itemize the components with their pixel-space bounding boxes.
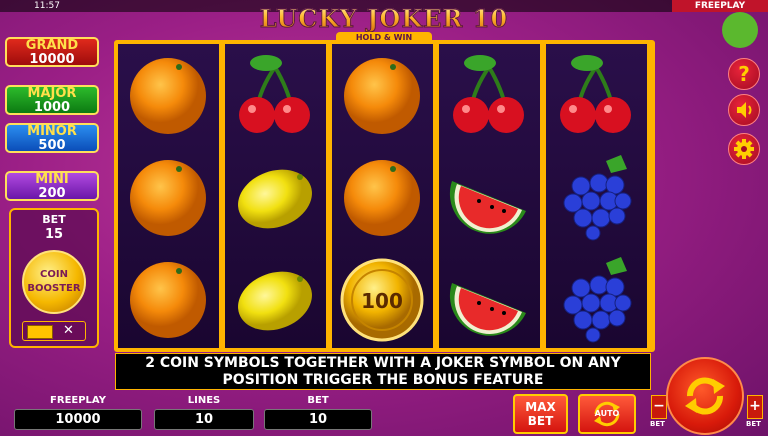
bet-decrease-label: BET — [650, 420, 665, 428]
booster-bet-value: 15 — [44, 227, 64, 242]
grapes-symbol — [546, 146, 647, 246]
coin-value: 100 — [361, 289, 403, 313]
coin-booster-toggle[interactable]: ✕ — [22, 321, 86, 341]
coin-booster-label-1: COIN — [40, 269, 68, 280]
lines-label: LINES — [187, 395, 221, 406]
orange-symbol — [118, 248, 219, 348]
coin-booster-label-2: BOOSTER — [27, 283, 81, 294]
clock: 11:57 — [34, 1, 60, 11]
cherries-symbol — [225, 44, 326, 144]
watermelon-icon — [449, 283, 526, 336]
orange-symbol — [118, 44, 219, 144]
help-button[interactable]: ? — [728, 58, 760, 90]
booster-bet-label: BET — [42, 213, 66, 226]
lines-stat: LINES 10 — [154, 395, 254, 430]
orange-symbol — [332, 44, 433, 144]
spin-icon — [685, 377, 725, 415]
game-logo: LUCKY JOKER 10 — [222, 4, 546, 34]
reel-4 — [439, 44, 540, 348]
jackpot-name: GRAND — [25, 38, 79, 53]
max-bet-label-2: BET — [527, 414, 554, 428]
reel-3: 100 — [332, 44, 433, 348]
bet-stat: BET 10 — [264, 395, 372, 430]
info-message-line-2: POSITION TRIGGER THE BONUS FEATURE — [222, 372, 544, 388]
reel-frame: 100 — [114, 40, 655, 352]
cherries-icon — [239, 55, 310, 133]
autoplay-button[interactable]: AUTO — [578, 394, 636, 434]
freeplay-value: 10000 — [14, 409, 142, 430]
cherries-symbol — [546, 44, 647, 144]
jackpot-value: 10000 — [29, 52, 75, 67]
info-message: 2 COIN SYMBOLS TOGETHER WITH A JOKER SYM… — [115, 353, 651, 390]
freeplay-label: FREEPLAY — [50, 395, 106, 406]
info-message-line-1: 2 COIN SYMBOLS TOGETHER WITH A JOKER SYM… — [145, 355, 621, 371]
help-icon: ? — [738, 62, 750, 86]
orange-icon — [344, 58, 420, 134]
jackpot-grand: GRAND 10000 — [5, 37, 99, 67]
gear-icon — [734, 139, 754, 159]
jackpot-value: 1000 — [33, 100, 71, 115]
jackpot-value: 200 — [38, 186, 66, 201]
coin-booster-panel: BET 15 COIN BOOSTER ✕ — [9, 208, 99, 348]
jackpot-name: MINOR — [27, 124, 77, 139]
lines-value: 10 — [154, 409, 254, 430]
orange-symbol — [118, 146, 219, 246]
settings-button[interactable] — [728, 133, 760, 165]
bet-increase-label: BET — [746, 420, 761, 428]
max-bet-label-1: MAX — [525, 400, 556, 414]
lemon-icon — [238, 169, 312, 229]
autoplay-label: AUTO — [594, 409, 620, 418]
bet-decrease-button[interactable]: − — [651, 395, 667, 419]
sound-button[interactable] — [728, 94, 760, 126]
jackpot-mini: MINI 200 — [5, 171, 99, 201]
bet-increase-button[interactable]: + — [747, 395, 763, 419]
lemon-icon — [238, 271, 312, 331]
watermelon-icon — [449, 181, 526, 234]
coin-icon: 100 — [340, 258, 424, 342]
reel-1 — [118, 44, 219, 348]
cherries-symbol — [439, 44, 540, 144]
cherries-icon — [560, 55, 631, 133]
watermelon-symbol — [439, 146, 540, 246]
spin-button[interactable] — [666, 357, 744, 435]
bet-label: BET — [307, 395, 329, 406]
cherries-icon — [453, 55, 524, 133]
grapes-icon — [563, 155, 632, 241]
grapes-icon — [563, 257, 632, 343]
orange-icon — [130, 58, 206, 134]
lemon-symbol — [225, 146, 326, 246]
jackpot-value: 500 — [38, 138, 66, 153]
coin-booster-button[interactable]: COIN BOOSTER — [22, 250, 86, 314]
jackpot-minor: MINOR 500 — [5, 123, 99, 153]
orange-symbol — [332, 146, 433, 246]
freeplay-stat: FREEPLAY 10000 — [14, 395, 142, 430]
orange-icon — [130, 160, 206, 236]
orange-icon — [344, 160, 420, 236]
jackpot-name: MINI — [35, 172, 69, 187]
jackpot-name: MAJOR — [27, 86, 77, 101]
close-icon: ✕ — [63, 323, 74, 338]
reel-2 — [225, 44, 326, 348]
bet-value: 10 — [264, 409, 372, 430]
speaker-icon — [737, 102, 752, 118]
freeplay-indicator: FREEPLAY — [672, 0, 768, 12]
reel-5 — [546, 44, 647, 348]
toggle-switch — [27, 325, 53, 339]
grapes-symbol — [546, 248, 647, 348]
coin-symbol: 100 — [332, 248, 433, 348]
connection-status-icon — [722, 12, 758, 48]
orange-icon — [130, 262, 206, 338]
max-bet-button[interactable]: MAX BET — [513, 394, 568, 434]
watermelon-symbol — [439, 248, 540, 348]
jackpot-major: MAJOR 1000 — [5, 85, 99, 115]
lemon-symbol — [225, 248, 326, 348]
